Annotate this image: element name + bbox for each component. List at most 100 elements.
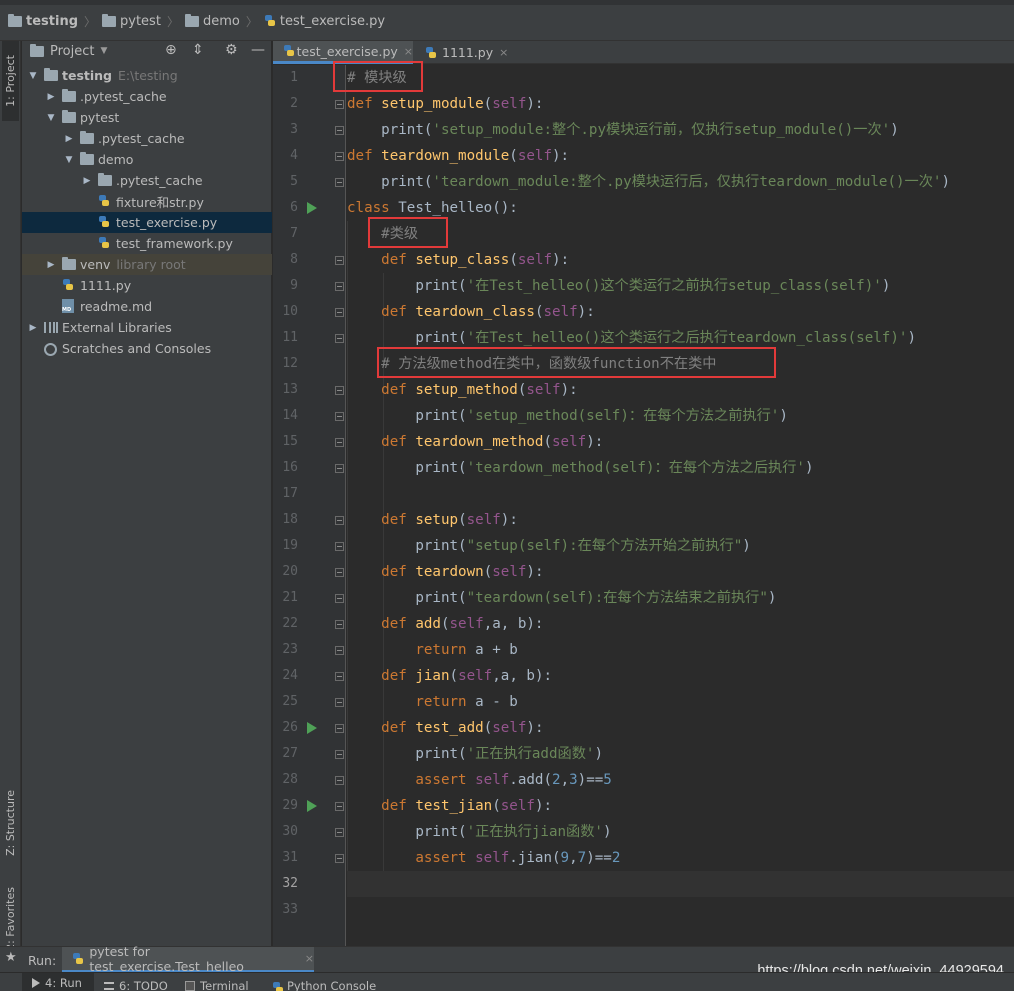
code-line[interactable]: def add(self,a, b):: [347, 611, 543, 637]
close-icon[interactable]: ×: [305, 952, 314, 965]
fold-marker-icon[interactable]: [335, 256, 344, 265]
code-line[interactable]: def setup(self):: [347, 507, 518, 533]
code-line[interactable]: # 模块级: [347, 65, 407, 91]
tree-item[interactable]: test_framework.py: [22, 233, 272, 254]
fold-marker-icon[interactable]: [335, 282, 344, 291]
tree-item[interactable]: ▶ External Libraries: [22, 317, 272, 338]
code-line[interactable]: def teardown_module(self):: [347, 143, 569, 169]
fold-marker-icon[interactable]: [335, 594, 344, 603]
fold-marker-icon[interactable]: [335, 464, 344, 473]
code-line[interactable]: def setup_module(self):: [347, 91, 543, 117]
code-line[interactable]: print('teardown_method(self)：在每个方法之后执行'): [347, 455, 813, 481]
tree-item[interactable]: ▶ .pytest_cache: [22, 128, 272, 149]
close-icon[interactable]: ×: [404, 45, 413, 58]
code-line[interactable]: print('setup_module:整个.py模块运行前，仅执行setup_…: [347, 117, 899, 143]
chevron-right-icon[interactable]: ▶: [82, 176, 92, 186]
tool-tab-todo[interactable]: 6: TODO: [104, 979, 168, 991]
tab-1111[interactable]: 1111.py ×: [415, 41, 510, 64]
chevron-down-icon[interactable]: ▼: [64, 155, 74, 165]
tree-item[interactable]: Scratches and Consoles: [22, 338, 272, 359]
chevron-right-icon[interactable]: ▶: [28, 323, 38, 333]
gear-icon[interactable]: ⚙: [225, 42, 238, 58]
fold-marker-icon[interactable]: [335, 152, 344, 161]
tree-item[interactable]: ▶ .pytest_cache: [22, 86, 272, 107]
fold-marker-icon[interactable]: [335, 750, 344, 759]
fold-marker-icon[interactable]: [335, 568, 344, 577]
chevron-right-icon[interactable]: ▶: [64, 134, 74, 144]
code-line[interactable]: print('在Test_helleo()这个类运行之后执行teardown_c…: [347, 325, 916, 351]
code-line[interactable]: assert self.add(2,3)==5: [347, 767, 612, 793]
tool-tab-run[interactable]: 4: Run: [22, 973, 94, 991]
code-line[interactable]: print('正在执行add函数'): [347, 741, 603, 767]
chevron-right-icon[interactable]: ▶: [46, 92, 56, 102]
code-line[interactable]: def teardown_class(self):: [347, 299, 595, 325]
breadcrumb-item-demo[interactable]: demo: [184, 13, 240, 29]
code-line[interactable]: print('在Test_helleo()这个类运行之前执行setup_clas…: [347, 273, 890, 299]
fold-marker-icon[interactable]: [335, 646, 344, 655]
fold-marker-icon[interactable]: [335, 672, 344, 681]
tree-item[interactable]: test_exercise.py: [22, 212, 272, 233]
tree-item[interactable]: readme.md: [22, 296, 272, 317]
chevron-down-icon[interactable]: ▼: [28, 71, 38, 81]
fold-marker-icon[interactable]: [335, 698, 344, 707]
tree-item[interactable]: ▼ demo: [22, 149, 272, 170]
fold-marker-icon[interactable]: [335, 802, 344, 811]
code-line[interactable]: def jian(self,a, b):: [347, 663, 552, 689]
fold-marker-icon[interactable]: [335, 386, 344, 395]
code-line[interactable]: # 方法级method在类中，函数级function不在类中: [347, 351, 716, 377]
tree-item[interactable]: ▶ venv library root: [22, 254, 272, 275]
fold-marker-icon[interactable]: [335, 126, 344, 135]
run-config-tab[interactable]: pytest for test_exercise.Test_helleo ×: [62, 944, 314, 974]
fold-marker-icon[interactable]: [335, 516, 344, 525]
tree-item[interactable]: 1111.py: [22, 275, 272, 296]
editor-gutter[interactable]: 1 2 3 4 5 6 7 8 9 10 11 12 13 14 15 16 17 18 19 20 21 22 23 24 2…: [273, 65, 346, 946]
tree-item[interactable]: ▼ testing E:\testing: [22, 65, 272, 86]
code-line[interactable]: def test_jian(self):: [347, 793, 552, 819]
code-line[interactable]: def test_add(self):: [347, 715, 543, 741]
tool-tab-terminal[interactable]: Terminal: [185, 979, 249, 991]
fold-marker-icon[interactable]: [335, 776, 344, 785]
fold-marker-icon[interactable]: [335, 438, 344, 447]
code-line[interactable]: #类级: [347, 221, 418, 247]
fold-marker-icon[interactable]: [335, 724, 344, 733]
tree-item[interactable]: ▶ .pytest_cache: [22, 170, 272, 191]
code-line[interactable]: print('teardown_module:整个.py模块运行后，仅执行tea…: [347, 169, 950, 195]
code-line[interactable]: def setup_class(self):: [347, 247, 569, 273]
chevron-right-icon[interactable]: ▶: [46, 260, 56, 270]
star-icon[interactable]: ★: [5, 950, 17, 965]
chevron-down-icon[interactable]: ▼: [46, 113, 56, 123]
tool-tab-structure[interactable]: Z: Structure: [2, 783, 19, 863]
breadcrumb-item-pytest[interactable]: pytest: [102, 13, 161, 29]
tab-test-exercise[interactable]: test_exercise.py ×: [273, 41, 413, 64]
chevron-down-icon[interactable]: ▼: [100, 46, 107, 56]
fold-marker-icon[interactable]: [335, 100, 344, 109]
tree-item[interactable]: fixture和str.py: [22, 191, 272, 212]
code-line[interactable]: def teardown_method(self):: [347, 429, 603, 455]
locate-icon[interactable]: ⊕: [165, 42, 177, 58]
code-line[interactable]: print('正在执行jian函数'): [347, 819, 611, 845]
fold-marker-icon[interactable]: [335, 620, 344, 629]
code-line[interactable]: print("setup(self):在每个方法开始之前执行"): [347, 533, 750, 559]
code-editor[interactable]: # 模块级 def setup_module(self): print('setu…: [347, 65, 1014, 946]
tool-tab-project[interactable]: 1: Project: [2, 41, 19, 121]
breadcrumb-item-file[interactable]: test_exercise.py: [264, 14, 385, 29]
breadcrumb-item-testing[interactable]: testing: [8, 13, 78, 29]
code-line[interactable]: print('setup_method(self)：在每个方法之前执行'): [347, 403, 788, 429]
code-line[interactable]: return a - b: [347, 689, 518, 715]
fold-marker-icon[interactable]: [335, 334, 344, 343]
code-line[interactable]: def setup_method(self):: [347, 377, 578, 403]
hide-icon[interactable]: —: [251, 42, 265, 58]
run-test-icon[interactable]: [307, 202, 317, 214]
close-icon[interactable]: ×: [499, 46, 508, 59]
fold-marker-icon[interactable]: [335, 828, 344, 837]
code-line[interactable]: print("teardown(self):在每个方法结束之前执行"): [347, 585, 776, 611]
fold-marker-icon[interactable]: [335, 854, 344, 863]
tree-item[interactable]: ▼ pytest: [22, 107, 272, 128]
code-line[interactable]: return a + b: [347, 637, 518, 663]
fold-marker-icon[interactable]: [335, 542, 344, 551]
tool-tab-python-console[interactable]: Python Console: [272, 979, 376, 991]
code-line[interactable]: def teardown(self):: [347, 559, 543, 585]
collapse-all-icon[interactable]: ⇕: [192, 42, 204, 58]
fold-marker-icon[interactable]: [335, 178, 344, 187]
code-line[interactable]: assert self.jian(9,7)==2: [347, 845, 620, 871]
